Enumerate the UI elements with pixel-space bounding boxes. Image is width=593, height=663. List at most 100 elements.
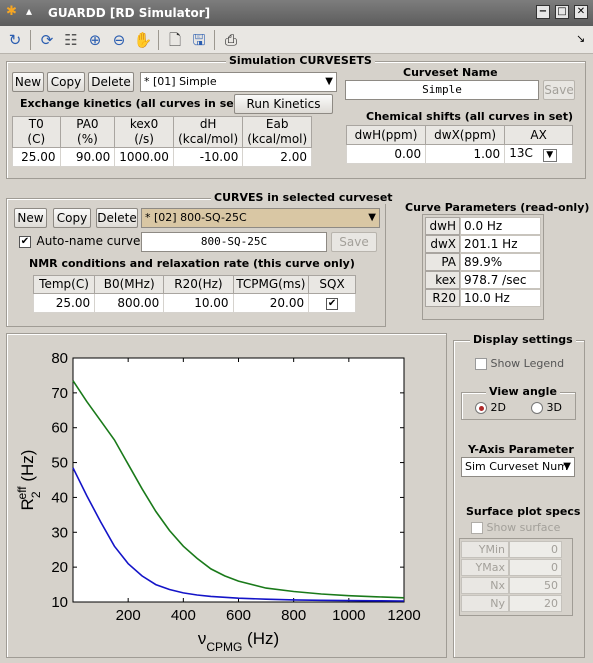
yaxis-param-select[interactable]: Sim Curveset Num ▼ — [461, 457, 575, 477]
new-figure-icon[interactable]: 🗋 — [164, 29, 186, 51]
kinetics-table[interactable]: T0 (C) PA0 (%) kex0 (/s) dH (kcal/mol) Eab (k… — [12, 116, 312, 167]
autoname-check-icon[interactable]: ✔ — [19, 236, 31, 248]
curve-name-field[interactable]: 800-SQ-25C — [141, 232, 327, 252]
chevron-down-icon: ▼ — [368, 212, 376, 223]
curveset-name-title: Curveset Name — [403, 66, 498, 79]
curvesets-title: Simulation CURVESETS — [226, 54, 375, 67]
y-axis-label: R2eff (Hz) — [15, 450, 43, 511]
curveset-delete-button[interactable]: Delete — [88, 72, 134, 92]
surface-label-nx: Nx — [461, 577, 509, 594]
curve-save-button[interactable]: Save — [331, 232, 377, 252]
nmr-conditions-title: NMR conditions and relaxation rate (this… — [29, 257, 355, 270]
kinetics-header-row: T0 (C) PA0 (%) kex0 (/s) dH (kcal/mol) Eab (k… — [12, 116, 312, 148]
y-tick-label: 30 — [51, 524, 68, 541]
x-tick-label: 1200 — [387, 607, 420, 624]
nmr-cell-r20[interactable]: 10.00 — [163, 293, 234, 313]
view-2d-radio[interactable]: 2D — [475, 401, 506, 414]
zoom-out-icon[interactable]: ⊖ — [108, 29, 130, 51]
show-surface-label: Show surface — [486, 521, 561, 534]
x-tick-label: 200 — [116, 607, 141, 624]
close-button[interactable]: ✕ — [574, 5, 588, 19]
autoname-checkbox[interactable]: ✔ Auto-name curve — [19, 234, 140, 248]
surface-value-ymin[interactable]: 0 — [509, 541, 562, 558]
kinetics-header-t0: T0 (C) — [12, 116, 61, 148]
ax-dropdown-icon[interactable]: ▼ — [542, 149, 557, 162]
nmr-header-row: Temp(C) B0(MHz) R20(Hz) TCPMG(ms) SQX — [32, 275, 356, 294]
kinetics-cell-pa0[interactable]: 90.00 — [59, 147, 116, 167]
run-kinetics-button[interactable]: Run Kinetics Sim — [234, 94, 333, 129]
y-tick-label: 70 — [51, 385, 68, 402]
shifts-value-row[interactable]: 0.00 1.00 13C ▼ — [345, 144, 573, 164]
y-tick-label: 20 — [51, 559, 68, 576]
rotate-icon[interactable]: ⟳ — [36, 29, 58, 51]
kinetics-header-eab: Eab (kcal/mol) — [242, 116, 312, 148]
radio-unselected-icon[interactable] — [531, 402, 543, 414]
minimize-button[interactable]: − — [536, 5, 550, 19]
curveset-name-field[interactable]: Simple — [345, 80, 539, 100]
shifts-cell-ax[interactable]: 13C ▼ — [504, 144, 573, 164]
curveset-copy-button[interactable]: Copy — [47, 72, 85, 92]
export-icon[interactable]: ⎙ — [220, 29, 242, 51]
curve-params-title: Curve Parameters (read-only) — [405, 201, 590, 214]
curve-copy-button[interactable]: Copy — [53, 208, 91, 228]
nmr-table[interactable]: Temp(C) B0(MHz) R20(Hz) TCPMG(ms) SQX 25… — [32, 275, 356, 313]
kinetics-cell-kex0[interactable]: 1000.00 — [114, 147, 174, 167]
x-tick-label: 400 — [171, 607, 196, 624]
y-tick-label: 80 — [51, 350, 68, 367]
param-label-kex: kex — [425, 271, 460, 289]
surface-value-ymax[interactable]: 0 — [509, 559, 562, 576]
kinetics-cell-dh[interactable]: -10.00 — [172, 147, 244, 167]
show-legend-check-icon[interactable] — [475, 358, 487, 370]
curveset-save-button[interactable]: Save — [543, 80, 575, 100]
curve-new-button[interactable]: New — [14, 208, 47, 228]
x-tick-label: 1000 — [332, 607, 365, 624]
nmr-header-temp: Temp(C) — [32, 275, 96, 294]
zoom-in-icon[interactable]: ⊕ — [84, 29, 106, 51]
view-3d-radio[interactable]: 3D — [531, 401, 562, 414]
kinetics-cell-t0[interactable]: 25.00 — [12, 147, 61, 167]
nmr-cell-sqx[interactable]: ✔ — [308, 293, 356, 313]
nmr-cell-tcpmg[interactable]: 20.00 — [232, 293, 310, 313]
nmr-cell-b0[interactable]: 800.00 — [94, 293, 165, 313]
data-cursor-icon[interactable]: ☷ — [60, 29, 82, 51]
kinetics-value-row[interactable]: 25.00 90.00 1000.00 -10.00 2.00 — [12, 147, 312, 167]
save-icon[interactable]: 🖫 — [188, 29, 210, 51]
toolbar-expand-icon[interactable]: ↘ — [576, 32, 585, 45]
radio-selected-icon[interactable] — [475, 402, 487, 414]
kinetics-cell-eab[interactable]: 2.00 — [242, 147, 312, 167]
curve-select-value: * [02] 800-SQ-25C — [145, 211, 247, 224]
nmr-value-row[interactable]: 25.00 800.00 10.00 20.00 ✔ — [32, 293, 356, 313]
show-surface-checkbox[interactable]: Show surface — [471, 521, 560, 534]
maximize-button[interactable]: □ — [555, 5, 569, 19]
surface-value-ny[interactable]: 20 — [509, 595, 562, 612]
show-surface-check-icon[interactable] — [471, 522, 483, 534]
view-3d-label: 3D — [546, 401, 562, 414]
dock-icon[interactable]: ↻ — [4, 29, 26, 51]
curveset-new-button[interactable]: New — [12, 72, 44, 92]
curveset-select[interactable]: * [01] Simple ▼ — [140, 72, 337, 92]
curves-title: CURVES in selected curveset — [211, 191, 396, 204]
shifts-table[interactable]: dwH(ppm) dwX(ppm) AX 0.00 1.00 13C ▼ — [345, 125, 573, 164]
nmr-header-sqx: SQX — [308, 275, 356, 294]
show-legend-checkbox[interactable]: Show Legend — [475, 357, 564, 370]
curve-delete-button[interactable]: Delete — [96, 208, 138, 228]
nmr-header-tcpmg: TCPMG(ms) — [232, 275, 310, 294]
curve-select[interactable]: * [02] 800-SQ-25C ▼ — [141, 208, 380, 228]
surface-value-nx[interactable]: 50 — [509, 577, 562, 594]
chevron-down-icon: ▼ — [563, 461, 571, 472]
ax-select-value: 13C — [509, 146, 533, 160]
pin-icon[interactable]: ▴ — [26, 4, 32, 18]
shifts-header-dwx: dwX(ppm) — [425, 125, 506, 145]
nmr-header-b0: B0(MHz) — [94, 275, 165, 294]
shifts-cell-dwh[interactable]: 0.00 — [345, 144, 427, 164]
sqx-check-icon[interactable]: ✔ — [326, 297, 339, 310]
rd-curve-plot[interactable]: 10 20 30 40 50 60 70 80 200 400 600 800 1000 1200 νCPM… — [7, 334, 446, 657]
yaxis-param-value: Sim Curveset Num — [465, 460, 568, 473]
shifts-cell-dwx[interactable]: 1.00 — [425, 144, 506, 164]
nmr-header-r20: R20(Hz) — [163, 275, 234, 294]
app-icon[interactable]: ✱ — [6, 4, 17, 19]
pan-icon[interactable]: ✋ — [132, 29, 154, 51]
nmr-cell-temp[interactable]: 25.00 — [32, 293, 96, 313]
curveset-select-value: * [01] Simple — [144, 75, 217, 88]
param-label-pa: PA — [425, 253, 460, 271]
